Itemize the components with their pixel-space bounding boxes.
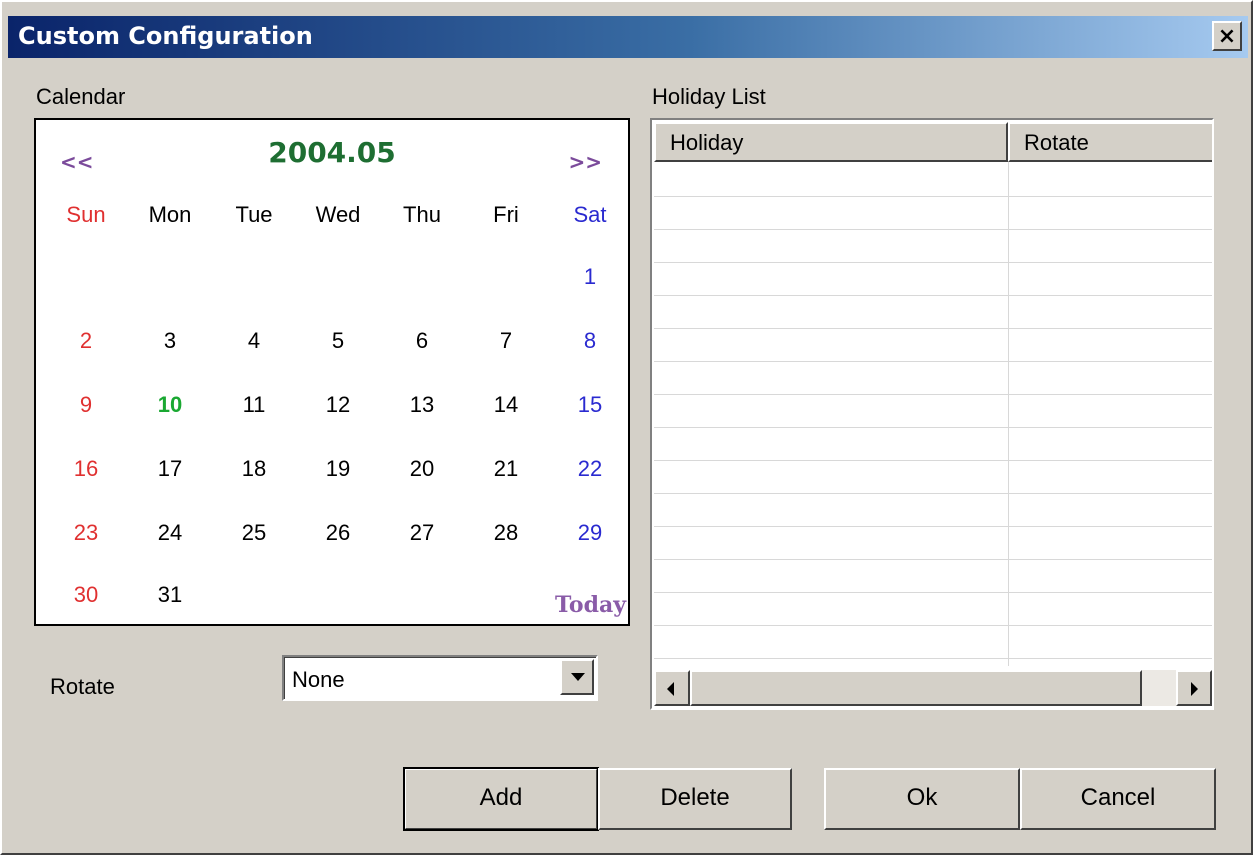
column-divider: [1008, 162, 1009, 666]
calendar-day[interactable]: 15: [550, 392, 630, 418]
grid-line: [654, 361, 1212, 362]
weekday-header: Tue: [235, 202, 273, 227]
today-button[interactable]: Today: [555, 592, 626, 618]
weekday-header: Wed: [315, 202, 361, 227]
calendar-day[interactable]: 18: [214, 456, 294, 482]
calendar-label: Calendar: [36, 84, 126, 109]
next-month-button[interactable]: >>: [568, 150, 602, 174]
grid-line: [654, 526, 1212, 527]
close-icon: ×: [1217, 23, 1237, 49]
calendar-day[interactable]: 21: [466, 456, 546, 482]
calendar-day[interactable]: 16: [46, 456, 126, 482]
grid-line: [654, 625, 1212, 626]
grid-line: [654, 427, 1212, 428]
calendar-day[interactable]: 12: [298, 392, 378, 418]
calendar-day[interactable]: 2: [46, 328, 126, 354]
chevron-down-icon[interactable]: [560, 659, 594, 695]
calendar-day[interactable]: 4: [214, 328, 294, 354]
calendar-day[interactable]: 11: [214, 392, 294, 418]
grid-line: [654, 559, 1212, 560]
rotate-select-value: None: [292, 667, 345, 692]
calendar-day[interactable]: 20: [382, 456, 462, 482]
calendar-day[interactable]: 23: [46, 520, 126, 546]
weekday-header: Thu: [403, 202, 441, 227]
column-header-holiday[interactable]: Holiday: [654, 122, 1008, 162]
grid-line: [654, 328, 1212, 329]
calendar-day[interactable]: 24: [130, 520, 210, 546]
month-title: 2004.05: [268, 136, 396, 169]
calendar-day[interactable]: 5: [298, 328, 378, 354]
weekday-header: Sun: [66, 202, 106, 227]
calendar-day[interactable]: 8: [550, 328, 630, 354]
holiday-list-body: [654, 162, 1212, 666]
delete-button[interactable]: Delete: [598, 768, 792, 830]
custom-configuration-dialog: Custom Configuration × Calendar Holiday …: [0, 0, 1253, 855]
calendar-day[interactable]: 31: [130, 582, 210, 608]
calendar-day[interactable]: 9: [46, 392, 126, 418]
close-button[interactable]: ×: [1212, 21, 1242, 51]
scroll-right-icon[interactable]: [1176, 670, 1212, 706]
calendar-day[interactable]: 19: [298, 456, 378, 482]
weekday-header: Mon: [148, 202, 192, 227]
column-header-rotate[interactable]: Rotate: [1008, 122, 1212, 162]
weekday-header: Sat: [573, 202, 607, 227]
grid-line: [654, 262, 1212, 263]
calendar-day[interactable]: 30: [46, 582, 126, 608]
title-bar: Custom Configuration ×: [8, 16, 1248, 58]
grid-line: [654, 460, 1212, 461]
grid-line: [654, 592, 1212, 593]
calendar-panel: << 2004.05 >> Sun Mon Tue Wed Thu Fri Sat 1 2 3 4 5…: [34, 118, 630, 626]
calendar-day[interactable]: 29: [550, 520, 630, 546]
calendar-day[interactable]: 17: [130, 456, 210, 482]
holiday-list-label: Holiday List: [652, 84, 766, 109]
calendar-day[interactable]: 10: [130, 392, 210, 418]
grid-line: [654, 229, 1212, 230]
calendar-day[interactable]: 6: [382, 328, 462, 354]
rotate-select[interactable]: None: [282, 655, 598, 701]
calendar-day[interactable]: 1: [550, 264, 630, 290]
calendar-day[interactable]: 25: [214, 520, 294, 546]
add-button[interactable]: Add: [403, 767, 599, 831]
calendar-day[interactable]: 14: [466, 392, 546, 418]
scroll-left-icon[interactable]: [654, 670, 690, 706]
calendar-day[interactable]: 28: [466, 520, 546, 546]
grid-line: [654, 196, 1212, 197]
calendar-day[interactable]: 22: [550, 456, 630, 482]
cancel-button[interactable]: Cancel: [1020, 768, 1216, 830]
scrollbar-thumb[interactable]: [690, 670, 1142, 706]
calendar-day[interactable]: 26: [298, 520, 378, 546]
horizontal-scrollbar[interactable]: [654, 670, 1212, 706]
calendar-day[interactable]: 27: [382, 520, 462, 546]
holiday-list-header: Holiday Rotate: [654, 122, 1212, 162]
calendar-day[interactable]: 7: [466, 328, 546, 354]
grid-line: [654, 658, 1212, 659]
rotate-label: Rotate: [50, 674, 115, 699]
grid-line: [654, 394, 1212, 395]
grid-line: [654, 295, 1212, 296]
calendar-day[interactable]: 3: [130, 328, 210, 354]
grid-line: [654, 493, 1212, 494]
ok-button[interactable]: Ok: [824, 768, 1020, 830]
window-title: Custom Configuration: [18, 22, 313, 50]
calendar-day[interactable]: 13: [382, 392, 462, 418]
weekday-header: Fri: [493, 202, 519, 227]
holiday-list[interactable]: Holiday Rotate: [650, 118, 1214, 710]
